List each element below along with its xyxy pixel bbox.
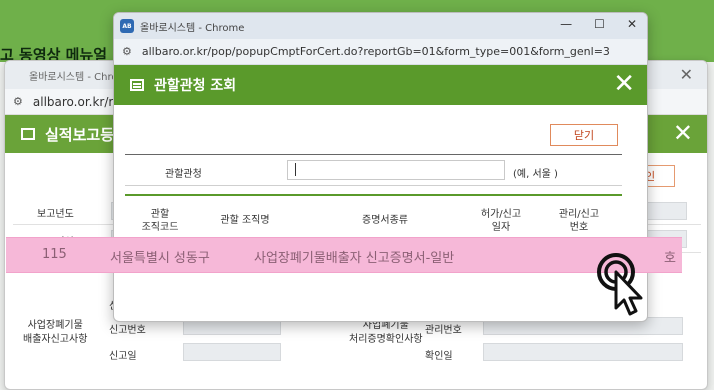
bottom-field-mgmt-no: 관리번호 [425, 325, 462, 336]
col-org-code: 관할 조직코드 [137, 208, 183, 234]
bottom-mid-label: 사업폐기물 처리증명확인사항 [349, 319, 423, 347]
results-header: 관할 조직코드 관할 조직명 증명서종류 허가/신고 일자 관리/신고 번호 [125, 194, 622, 234]
front-urlbar[interactable]: ⚙ allbaro.or.kr/pop/popupCmptForCert.do?… [114, 39, 647, 65]
highlighted-result-row[interactable]: 115 서울특별시 성동구 사업장폐기물배출자 신고증명서-일반 호 [6, 237, 682, 273]
col-cert-type: 증명서종류 [362, 215, 408, 226]
bottom-field-report-no: 신고번호 [109, 325, 146, 336]
back-close-icon[interactable]: ✕ [680, 65, 693, 84]
click-cursor-icon [597, 253, 643, 316]
popup-title: 관할관청 조회 [154, 78, 237, 94]
back-tab-title: 올바로시스템 - Chro [29, 71, 118, 83]
col-permit-date: 허가/신고 일자 [471, 208, 531, 234]
bottom-left-label-line1: 사업장폐기물 [27, 320, 83, 331]
col-mgmt-no-line1: 관리/신고 [558, 209, 600, 220]
search-hint: (예, 서울 ) [513, 169, 558, 180]
col-org-name: 관할 조직명 [220, 215, 270, 226]
col-org-code-line2: 조직코드 [141, 222, 179, 233]
col-org-code-line1: 관할 [150, 209, 170, 220]
search-row: 관할관청 (예, 서울 ) [125, 154, 622, 186]
maximize-icon[interactable]: ☐ [594, 17, 605, 31]
front-titlebar: AB 올바로시스템 - Chrome — ☐ ✕ [114, 13, 647, 39]
col-mgmt-no-line2: 번호 [569, 222, 589, 233]
minimize-icon[interactable]: — [560, 17, 572, 31]
bottom-left-label-line2: 배출자신고사항 [23, 334, 88, 345]
text-caret [295, 163, 296, 176]
row-org: 서울특별시 성동구 [110, 251, 210, 266]
col-permit-date-line1: 허가/신고 [480, 209, 522, 220]
bottom-left-label: 사업장폐기물 배출자신고사항 [23, 319, 87, 347]
bottom-field-confirm-date: 확인일 [425, 351, 453, 362]
bottom-field-report-date: 신고일 [109, 351, 137, 362]
search-label: 관할관청 [165, 169, 202, 180]
close-button[interactable]: 닫기 [550, 124, 618, 146]
row-tail: 호 [664, 251, 676, 266]
confirm-date-input[interactable] [483, 343, 683, 361]
col-mgmt-no: 관리/신고 번호 [549, 208, 609, 234]
site-settings-icon[interactable]: ⚙ [122, 45, 132, 58]
back-modal-close-icon[interactable]: ✕ [673, 119, 693, 147]
list-icon [130, 79, 144, 91]
close-icon[interactable]: ✕ [627, 17, 637, 31]
row-cert: 사업장폐기물배출자 신고증명서-일반 [254, 251, 455, 266]
front-tab-title: 올바로시스템 - Chrome [140, 22, 245, 34]
tune-icon: ⚙ [13, 95, 23, 108]
popup-header: 관할관청 조회 ✕ [114, 65, 647, 105]
allbaro-logo-icon: AB [120, 19, 134, 33]
popup-close-icon[interactable]: ✕ [613, 69, 635, 99]
report-date-input[interactable] [183, 343, 281, 361]
list-icon [21, 128, 35, 140]
bottom-mid-label-line2: 처리증명확인사항 [349, 334, 423, 345]
window-controls: — ☐ ✕ [560, 17, 637, 31]
search-input[interactable] [287, 160, 505, 180]
front-url: allbaro.or.kr/pop/popupCmptForCert.do?re… [141, 45, 610, 58]
back-row-label: 보고년도 [37, 209, 74, 220]
col-permit-date-line2: 일자 [491, 222, 511, 233]
row-code: 115 [42, 247, 67, 262]
